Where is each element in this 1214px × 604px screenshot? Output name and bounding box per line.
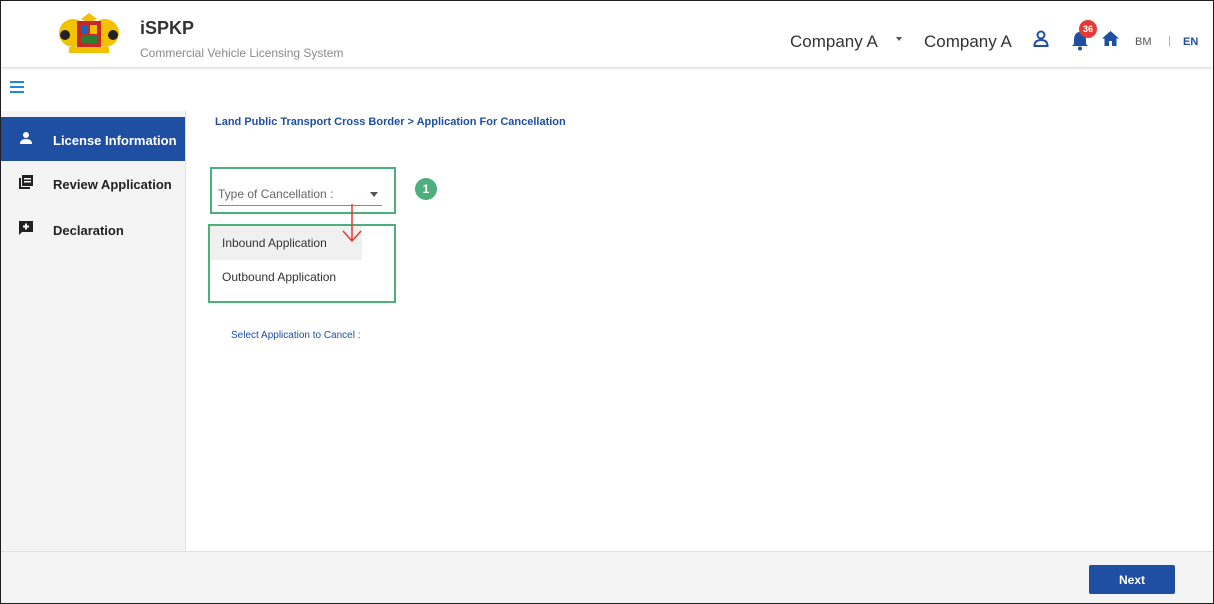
document-list-icon xyxy=(19,175,33,189)
notification-badge: 36 xyxy=(1079,20,1097,38)
dropdown-option-outbound[interactable]: Outbound Application xyxy=(210,260,362,294)
chevron-down-icon[interactable] xyxy=(896,37,902,41)
sidebar-item-label: Declaration xyxy=(53,223,124,238)
app-window: iSPKP Commercial Vehicle Licensing Syste… xyxy=(0,0,1214,604)
select-application-label: Select Application to Cancel : xyxy=(231,330,361,341)
sidebar-item-label: Review Application xyxy=(53,177,172,192)
company-selector[interactable]: Company A xyxy=(790,32,878,52)
language-en-link[interactable]: EN xyxy=(1183,36,1198,48)
sidebar-item-license-information[interactable]: License Information xyxy=(1,117,185,161)
user-icon[interactable] xyxy=(1033,30,1049,48)
home-icon[interactable] xyxy=(1101,30,1120,47)
app-title: iSPKP xyxy=(140,18,195,38)
language-separator: | xyxy=(1168,35,1171,47)
dropdown-option-inbound[interactable]: Inbound Application xyxy=(210,226,362,260)
next-button[interactable]: Next xyxy=(1089,565,1175,594)
chevron-down-icon[interactable] xyxy=(370,192,378,197)
footer-bar xyxy=(1,551,1213,603)
type-of-cancellation-select[interactable]: Type of Cancellation : xyxy=(218,179,382,206)
sidebar-item-declaration[interactable]: Declaration xyxy=(1,207,185,251)
step-badge: 1 xyxy=(415,178,437,200)
hamburger-menu-icon[interactable] xyxy=(10,81,24,93)
sidebar-item-review-application[interactable]: Review Application xyxy=(1,161,185,205)
sidebar: License Information Review Application D… xyxy=(1,111,186,551)
language-bm-link[interactable]: BM xyxy=(1135,36,1152,48)
breadcrumb: Land Public Transport Cross Border > App… xyxy=(215,116,566,128)
option-label: Outbound Application xyxy=(222,270,337,284)
select-label: Type of Cancellation : xyxy=(218,187,334,201)
coat-of-arms-logo xyxy=(59,13,119,53)
person-icon xyxy=(20,132,32,144)
comment-plus-icon xyxy=(19,221,33,235)
sidebar-item-label: License Information xyxy=(53,133,177,148)
company-name: Company A xyxy=(924,32,1012,51)
option-label: Inbound Application xyxy=(222,236,327,250)
app-subtitle: Commercial Vehicle Licensing System xyxy=(140,46,344,60)
top-header: iSPKP Commercial Vehicle Licensing Syste… xyxy=(1,1,1213,67)
arrow-down-icon xyxy=(342,204,362,243)
